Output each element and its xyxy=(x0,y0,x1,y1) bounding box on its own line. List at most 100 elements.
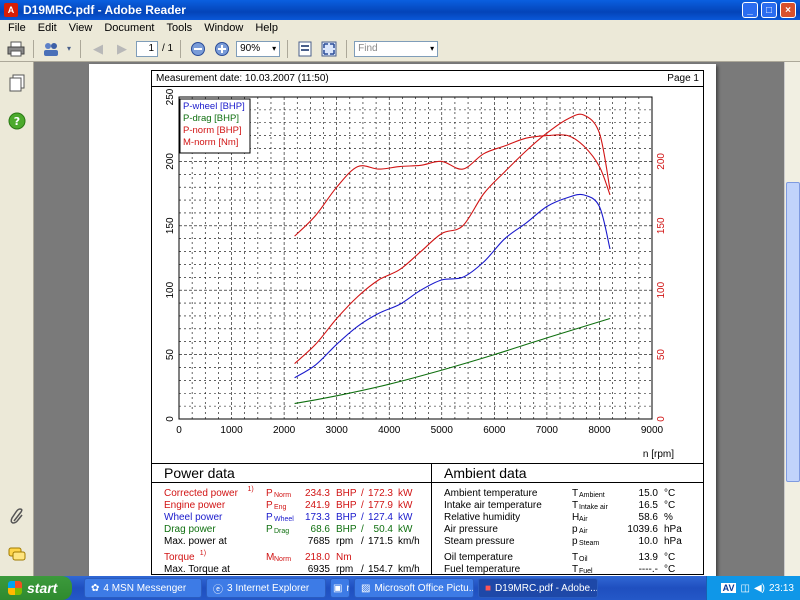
y-tick-label-right: 50 xyxy=(656,349,667,361)
page-number-input[interactable]: 1 xyxy=(136,40,158,57)
scrollbar-thumb[interactable] xyxy=(786,182,800,482)
power-u1: BHP xyxy=(336,512,357,523)
y-tick-label-right: 0 xyxy=(656,416,667,422)
ambient-label: Intake air temperature xyxy=(444,500,542,511)
volume-icon[interactable]: ◀) xyxy=(754,583,765,594)
power-row: Engine power P Eng 241.9 BHP /177.9 kW xyxy=(152,500,432,512)
ambient-sub: Fuel xyxy=(579,568,593,575)
window-title: D19MRC.pdf - Adobe Reader xyxy=(23,3,186,17)
power-u2: kW xyxy=(398,500,413,511)
task-label: rpm xyxy=(346,582,350,594)
chart-legend: P-wheel [BHP] P-drag [BHP] P-norm [BHP] … xyxy=(179,98,251,154)
toolbar-separator xyxy=(180,39,182,58)
toolbar: ▾ ◀ ▶ 1 / 1 90% ▾ Find ▾ xyxy=(0,36,800,62)
next-page-icon[interactable]: ▶ xyxy=(112,39,132,59)
task-office-picture[interactable]: ▨ Microsoft Office Pictu... xyxy=(354,578,474,598)
y-tick-label-right: 100 xyxy=(656,281,667,298)
legend-entry-m-norm: M-norm [Nm] xyxy=(183,137,238,148)
chevron-down-icon: ▾ xyxy=(430,44,435,53)
power-sep: / xyxy=(361,488,364,499)
toolbar-separator xyxy=(33,39,34,58)
comment-icon[interactable] xyxy=(8,546,26,564)
ambient-label: Steam pressure xyxy=(444,536,515,547)
power-note: 1) xyxy=(247,486,254,493)
fit-page-icon[interactable] xyxy=(295,39,315,59)
power-sep: / xyxy=(361,524,364,535)
antivirus-icon[interactable]: AV xyxy=(720,583,737,593)
y-tick-label-left: 150 xyxy=(165,217,176,234)
ambient-unit: °C xyxy=(664,500,676,511)
power-row: Torque 1) M Norm 218.0 Nm xyxy=(152,550,432,564)
power-sym-sub: Norm xyxy=(274,556,292,563)
power-u1: BHP xyxy=(336,488,357,499)
y-tick-label-right: 150 xyxy=(656,217,667,234)
ambient-unit: hPa xyxy=(664,524,682,535)
x-tick-label: 3000 xyxy=(326,425,349,436)
chart-series xyxy=(294,113,611,405)
power-v1: 6935 xyxy=(307,564,330,575)
toolbar-separator xyxy=(80,39,81,58)
power-u2: kW xyxy=(398,488,413,499)
power-sym-sub: Norm xyxy=(274,492,292,499)
power-v1: 7685 xyxy=(307,536,330,547)
attachment-icon[interactable] xyxy=(8,507,26,525)
ambient-label: Oil temperature xyxy=(444,552,513,563)
ambient-row: Intake air temperature T Intake air 16.5 °C xyxy=(432,500,703,512)
page-label: Page 1 xyxy=(667,73,699,84)
x-tick-label: 6000 xyxy=(483,425,506,436)
power-label: Corrected power xyxy=(164,488,238,499)
collaborate-icon[interactable] xyxy=(41,39,61,59)
series-line-p-drag xyxy=(294,317,611,405)
legend-entry-p-wheel: P-wheel [BHP] xyxy=(183,101,245,112)
help-icon[interactable]: ? xyxy=(8,112,26,130)
find-input[interactable]: Find ▾ xyxy=(354,40,439,57)
menu-edit[interactable]: Edit xyxy=(32,22,63,34)
task-internet-explorer[interactable]: ⓔ 3 Internet Explorer xyxy=(206,578,326,598)
ambient-row: Air pressure p Air 1039.6 hPa xyxy=(432,524,703,536)
maximize-button[interactable]: □ xyxy=(761,2,777,18)
ambient-sym: p xyxy=(572,536,578,547)
power-sym: P xyxy=(266,512,273,523)
ambient-sub: Oil xyxy=(579,556,588,563)
power-sep: / xyxy=(361,512,364,523)
full-screen-icon[interactable] xyxy=(319,39,339,59)
menu-window[interactable]: Window xyxy=(198,22,249,34)
power-v2: 177.9 xyxy=(367,500,393,511)
power-u1: BHP xyxy=(336,524,357,535)
zoom-out-icon[interactable] xyxy=(188,39,208,59)
start-label: start xyxy=(27,580,58,596)
task-msn-messenger[interactable]: ✿ 4 MSN Messenger xyxy=(84,578,202,598)
task-adobe-reader[interactable]: ■ D19MRC.pdf - Adobe... xyxy=(478,578,598,598)
power-label: Drag power xyxy=(164,524,216,535)
close-button[interactable]: × xyxy=(780,2,796,18)
chevron-down-icon[interactable]: ▾ xyxy=(65,39,73,59)
task-rpm[interactable]: ▣ rpm xyxy=(330,578,350,598)
ambient-sym: T xyxy=(572,552,579,563)
x-axis-label: n [rpm] xyxy=(643,449,674,460)
power-sym: P xyxy=(266,500,273,511)
series-line-p-wheel xyxy=(294,193,611,379)
vertical-scrollbar[interactable] xyxy=(784,62,800,576)
menu-file[interactable]: File xyxy=(2,22,32,34)
start-button[interactable]: start xyxy=(0,576,72,600)
toolbar-separator xyxy=(287,39,289,58)
network-icon[interactable]: ◫ xyxy=(740,583,749,594)
menu-help[interactable]: Help xyxy=(249,22,284,34)
previous-page-icon[interactable]: ◀ xyxy=(88,39,108,59)
measurement-date: Measurement date: 10.03.2007 (11:50) xyxy=(156,73,329,84)
pages-icon[interactable] xyxy=(8,74,26,92)
power-u1: rpm xyxy=(336,536,354,547)
menu-view[interactable]: View xyxy=(63,22,99,34)
zoom-select[interactable]: 90% ▾ xyxy=(236,40,281,57)
ambient-label: Relative humidity xyxy=(444,512,521,523)
menu-document[interactable]: Document xyxy=(98,22,160,34)
windows-logo-icon xyxy=(8,581,22,595)
document-area[interactable]: Measurement date: 10.03.2007 (11:50) Pag… xyxy=(34,62,784,576)
x-tick-label: 0 xyxy=(176,425,182,436)
menu-bar: File Edit View Document Tools Window Hel… xyxy=(0,20,800,36)
minimize-button[interactable]: _ xyxy=(742,2,758,18)
print-icon[interactable] xyxy=(6,39,26,59)
power-u2: kW xyxy=(398,524,413,535)
menu-tools[interactable]: Tools xyxy=(161,22,199,34)
zoom-in-icon[interactable] xyxy=(212,39,232,59)
